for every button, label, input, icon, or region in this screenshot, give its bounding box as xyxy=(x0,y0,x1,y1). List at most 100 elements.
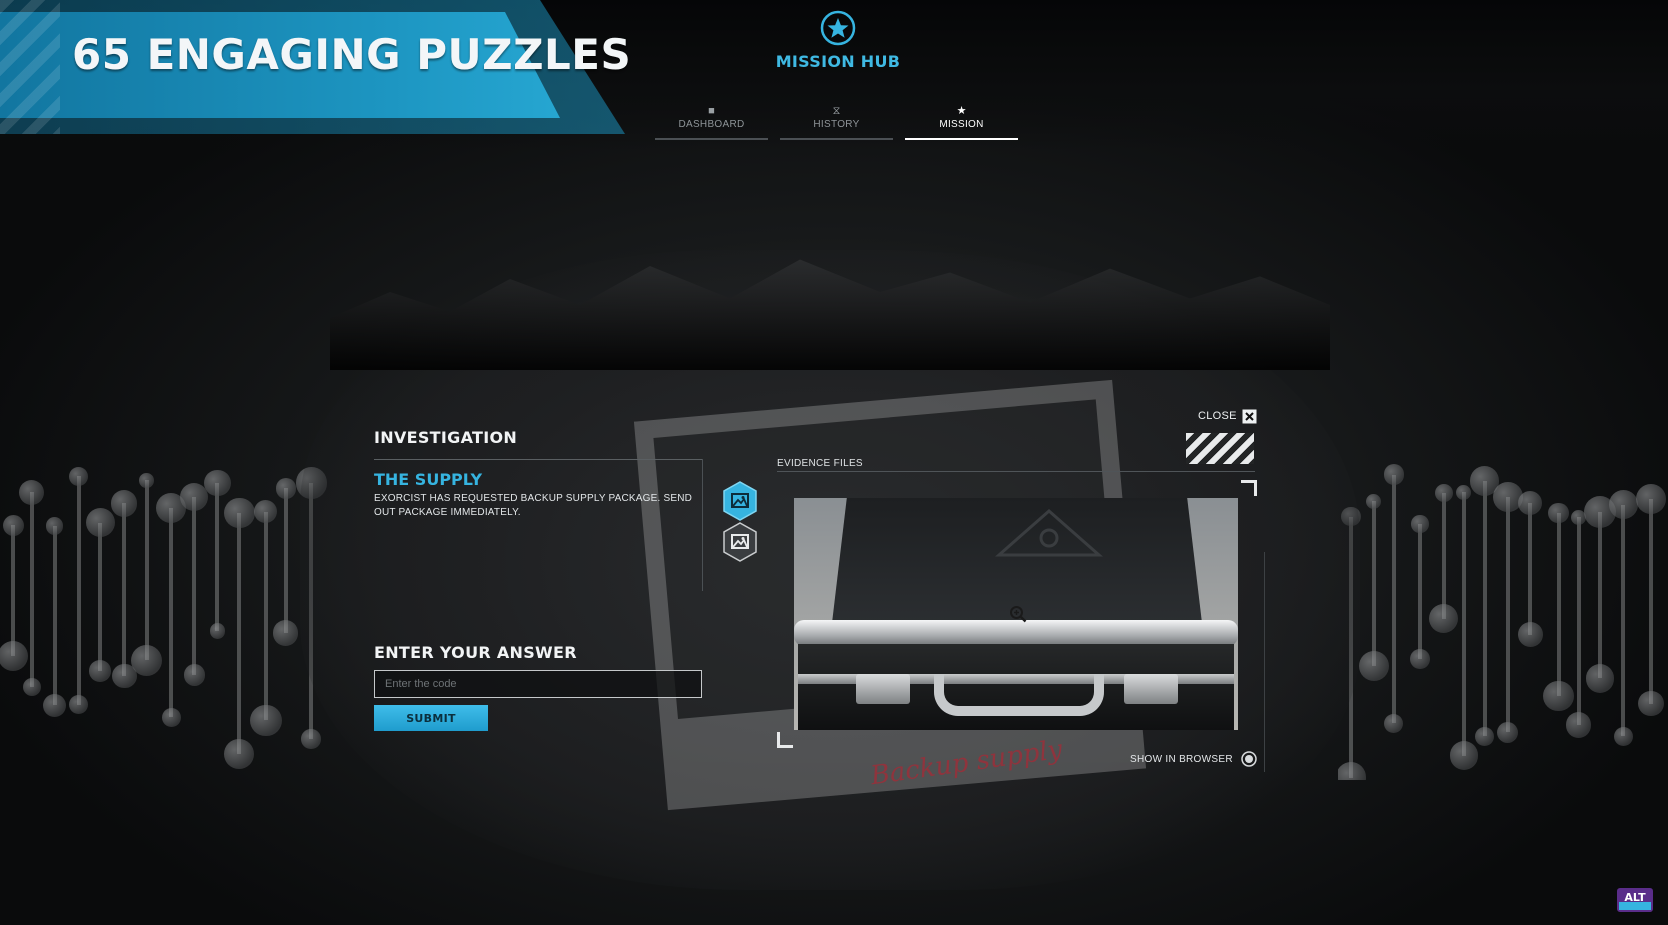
dna-ball xyxy=(183,664,205,686)
dna-stick xyxy=(1576,517,1581,725)
logo-text: ALT xyxy=(1624,891,1646,904)
triangle-eye-logo xyxy=(995,509,1103,557)
dna-ball xyxy=(204,469,231,497)
dna-decoration-left xyxy=(0,460,330,780)
dna-ball xyxy=(89,660,111,682)
mission-hub-label: MISSION HUB xyxy=(775,52,901,71)
banner-title: 65 ENGAGING PUZZLES xyxy=(72,30,632,79)
briefcase-lock xyxy=(856,674,910,704)
tab-underline-active xyxy=(905,138,1018,140)
tab-underline xyxy=(780,138,893,140)
dna-ball xyxy=(272,620,299,646)
dna-ball xyxy=(1543,680,1574,712)
tab-label: MISSION xyxy=(939,119,984,130)
dna-ball xyxy=(1338,762,1367,780)
close-icon xyxy=(1242,409,1257,423)
dna-ball xyxy=(1635,484,1666,515)
tab-history[interactable]: ⧖ HISTORY xyxy=(780,104,893,140)
dna-ball xyxy=(46,517,64,535)
banner-stripes xyxy=(0,0,60,134)
dna-ball xyxy=(1497,721,1519,743)
dna-stick xyxy=(169,507,174,718)
investigation-title: INVESTIGATION xyxy=(374,428,518,447)
dna-ball xyxy=(161,707,181,727)
history-icon: ⧖ xyxy=(832,105,841,117)
image-icon xyxy=(723,481,757,521)
briefcase-handle xyxy=(934,674,1104,716)
dna-stick xyxy=(1621,504,1626,737)
dna-stick xyxy=(11,525,16,656)
dna-stick xyxy=(215,482,220,631)
submit-button[interactable]: SUBMIT xyxy=(374,705,488,731)
evidence-thumbnail-2[interactable] xyxy=(722,522,758,562)
dna-stick xyxy=(283,488,288,634)
dna-ball xyxy=(1517,622,1543,648)
tab-label: DASHBOARD xyxy=(678,119,745,130)
mission-name: THE SUPPLY xyxy=(374,470,483,489)
divider xyxy=(777,471,1255,472)
title-banner: 65 ENGAGING PUZZLES xyxy=(0,0,631,134)
dna-ball xyxy=(1456,484,1472,500)
tab-dashboard[interactable]: ■ DASHBOARD xyxy=(655,104,768,140)
show-in-browser-button[interactable]: SHOW IN BROWSER xyxy=(1130,751,1257,767)
dna-ball xyxy=(301,729,321,749)
dna-ball xyxy=(110,489,138,517)
dna-ball xyxy=(0,640,29,671)
dna-ball xyxy=(209,623,226,639)
dna-stick xyxy=(52,526,57,706)
divider xyxy=(702,459,703,591)
dna-ball xyxy=(1358,650,1389,682)
dna-stick xyxy=(144,480,149,661)
answer-title: ENTER YOUR ANSWER xyxy=(374,643,577,662)
dna-stick xyxy=(1417,523,1422,660)
dna-ball xyxy=(68,466,89,486)
dna-ball xyxy=(1429,604,1459,634)
dna-ball xyxy=(1518,491,1543,516)
tab-underline xyxy=(655,138,768,140)
dna-stick xyxy=(1441,493,1446,619)
star-circle-icon xyxy=(820,10,856,46)
dna-stick xyxy=(237,512,242,755)
mission-description: EXORCIST HAS REQUESTED BACKUP SUPPLY PAC… xyxy=(374,493,693,518)
dna-ball xyxy=(43,694,67,717)
briefcase-lock xyxy=(1124,674,1178,704)
zoom-icon[interactable] xyxy=(1009,605,1027,623)
radio-icon xyxy=(1241,751,1257,767)
dna-stick xyxy=(1528,503,1533,635)
square-icon: ■ xyxy=(708,105,715,117)
divider xyxy=(374,459,703,460)
tab-label: HISTORY xyxy=(813,119,860,130)
tab-mission[interactable]: ★ MISSION xyxy=(905,104,1018,140)
dna-ball xyxy=(68,694,89,715)
dna-ball xyxy=(1548,502,1569,524)
dna-ball xyxy=(1613,726,1633,746)
dna-decoration-right xyxy=(1338,460,1668,780)
dna-ball xyxy=(1565,712,1592,738)
dna-stick xyxy=(192,496,197,676)
dna-ball xyxy=(1609,490,1638,520)
dna-ball xyxy=(224,497,255,529)
dna-stick xyxy=(1556,512,1561,697)
dna-stick xyxy=(1482,480,1487,737)
close-button[interactable]: CLOSE xyxy=(1198,407,1257,425)
dna-ball xyxy=(275,478,296,499)
dna-stick xyxy=(76,476,81,705)
dna-ball xyxy=(22,678,41,697)
dna-ball xyxy=(1411,515,1429,533)
dna-stick xyxy=(1597,512,1602,679)
answer-input[interactable] xyxy=(374,670,702,698)
alt-logo: ALT xyxy=(1617,888,1653,912)
dna-ball xyxy=(130,644,163,677)
dna-ball xyxy=(85,508,115,538)
dna-stick xyxy=(263,511,268,721)
dna-ball xyxy=(1410,649,1430,670)
briefcase-rail xyxy=(794,620,1238,646)
frame-corner xyxy=(777,732,793,748)
dna-ball xyxy=(1637,690,1664,717)
hatch-decoration xyxy=(1186,433,1254,464)
dna-ball xyxy=(19,479,45,505)
evidence-thumbnail-1[interactable] xyxy=(722,481,758,521)
dna-ball xyxy=(1449,741,1478,770)
dna-ball xyxy=(2,514,24,536)
show-in-browser-label: SHOW IN BROWSER xyxy=(1130,753,1233,765)
